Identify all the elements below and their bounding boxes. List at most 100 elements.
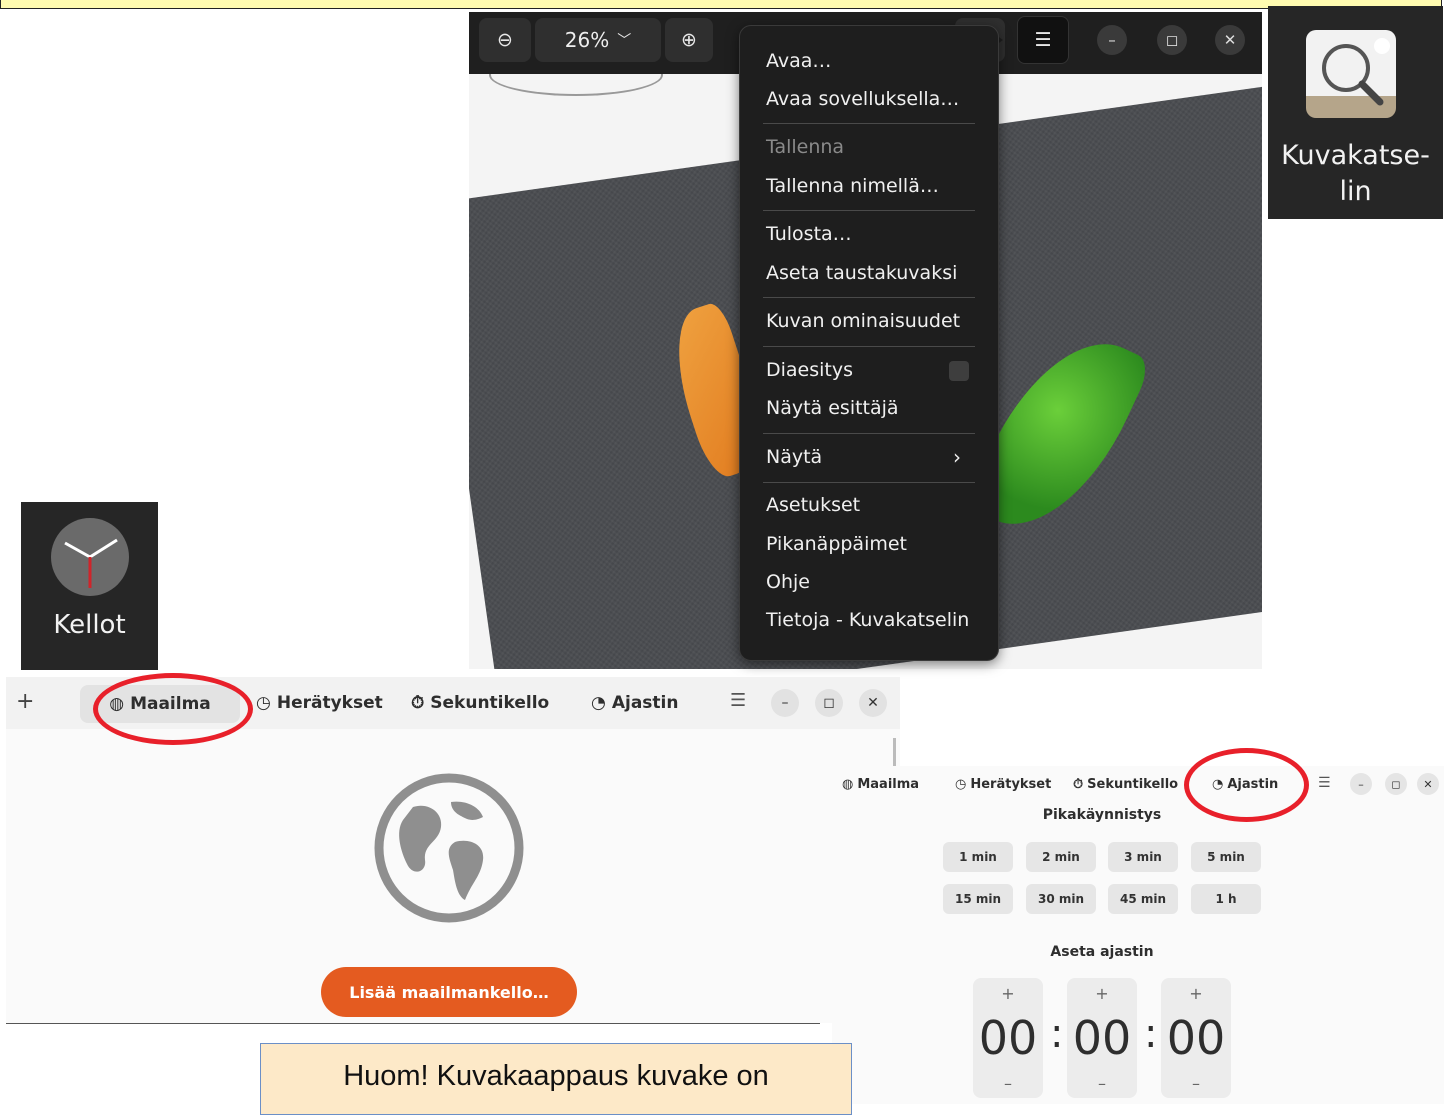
tab-stopwatch-label: Sekuntikello: [1087, 777, 1179, 792]
plus-icon: +: [1095, 983, 1109, 1003]
minimize-icon: –: [1358, 777, 1364, 791]
minus-icon: –: [1004, 1073, 1012, 1093]
hamburger-menu-icon: ☰: [1318, 775, 1331, 791]
tab-stopwatch[interactable]: ⏱ Sekuntikello: [1073, 777, 1178, 792]
maximize-button[interactable]: ◻: [1385, 773, 1407, 795]
menu-item-slideshow[interactable]: Diaesitys: [766, 359, 853, 381]
quick-30min-button[interactable]: 30 min: [1026, 884, 1096, 914]
main-menu-button[interactable]: ☰: [1017, 16, 1069, 64]
maximize-button[interactable]: ◻: [1157, 25, 1187, 55]
quick-45min-button[interactable]: 45 min: [1108, 884, 1178, 914]
add-world-clock-button[interactable]: Lisää maailmankello…: [321, 967, 577, 1017]
minus-icon: –: [1192, 1073, 1200, 1093]
close-icon: ✕: [1423, 777, 1433, 791]
clocks-menu-button[interactable]: ☰: [1318, 775, 1331, 791]
tab-world[interactable]: ◍ Maailma: [842, 777, 919, 792]
slideshow-checkbox[interactable]: [949, 361, 969, 381]
chevron-down-icon: ﹀: [617, 33, 632, 49]
maximize-icon: ◻: [1165, 31, 1179, 49]
bowl-rim-image: [489, 74, 663, 96]
tab-alarms[interactable]: ◷ Herätykset: [256, 693, 383, 713]
note-box: Huom! Kuvakaappaus kuvake on: [260, 1043, 852, 1115]
highlight-ring-world-tab: [93, 673, 253, 745]
minutes-increment-button[interactable]: +: [1067, 978, 1137, 1008]
menu-item-print[interactable]: Tulosta…: [766, 223, 852, 245]
image-viewer-label-line2: lin: [1339, 176, 1372, 207]
tab-timer[interactable]: ◔ Ajastin: [591, 693, 678, 713]
menu-item-properties[interactable]: Kuvan ominaisuudet: [766, 310, 960, 332]
quick-2min-button[interactable]: 2 min: [1026, 842, 1096, 872]
seconds-value[interactable]: 00: [1161, 1008, 1231, 1068]
maximize-button[interactable]: ◻: [815, 689, 843, 717]
minutes-value[interactable]: 00: [1067, 1008, 1137, 1068]
image-viewer-label-line1: Kuvakatse-: [1281, 140, 1430, 171]
plus-icon: +: [1189, 983, 1203, 1003]
plus-icon: +: [1001, 983, 1015, 1003]
zoom-out-icon: ⊖: [497, 29, 513, 51]
minimize-button[interactable]: –: [1097, 25, 1127, 55]
note-text: Huom! Kuvakaappaus kuvake on: [343, 1060, 769, 1092]
quick-5min-button[interactable]: 5 min: [1191, 842, 1261, 872]
tab-stopwatch-label: Sekuntikello: [430, 693, 550, 713]
menu-separator: [763, 433, 975, 434]
tab-timer-label: Ajastin: [611, 693, 679, 713]
menu-separator: [763, 123, 975, 124]
image-viewer-app-tile[interactable]: Kuvakatse- lin: [1268, 6, 1443, 219]
menu-item-set-background[interactable]: Aseta taustakuvaksi: [766, 262, 957, 284]
menu-item-open[interactable]: Avaa…: [766, 50, 831, 72]
close-button[interactable]: ✕: [1417, 773, 1439, 795]
close-button[interactable]: ✕: [1215, 25, 1245, 55]
highlight-ring-timer-tab: [1184, 748, 1309, 822]
seconds-decrement-button[interactable]: –: [1161, 1068, 1231, 1098]
hours-value[interactable]: 00: [973, 1008, 1043, 1068]
menu-item-shortcuts[interactable]: Pikanäppäimet: [766, 533, 907, 555]
maximize-icon: ◻: [1391, 777, 1401, 791]
menu-separator: [763, 482, 975, 483]
minimize-button[interactable]: –: [771, 689, 799, 717]
quick-15min-button[interactable]: 15 min: [943, 884, 1013, 914]
seconds-increment-button[interactable]: +: [1161, 978, 1231, 1008]
hours-increment-button[interactable]: +: [973, 978, 1043, 1008]
hamburger-menu-icon: ☰: [730, 690, 747, 711]
clocks-menu-button[interactable]: ☰: [730, 690, 746, 711]
top-highlight-strip: [0, 0, 1442, 9]
hours-decrement-button[interactable]: –: [973, 1068, 1043, 1098]
magnifier-icon: [1306, 30, 1396, 118]
add-clock-button[interactable]: +: [16, 689, 34, 714]
minutes-decrement-button[interactable]: –: [1067, 1068, 1137, 1098]
menu-item-show-presenter[interactable]: Näytä esittäjä: [766, 397, 899, 419]
menu-item-help[interactable]: Ohje: [766, 571, 810, 593]
tab-alarms[interactable]: ◷ Herätykset: [955, 777, 1051, 792]
menu-item-save-as[interactable]: Tallenna nimellä…: [766, 175, 939, 197]
time-separator: :: [1144, 1011, 1158, 1057]
menu-item-show[interactable]: Näytä: [766, 446, 822, 468]
globe-icon: ◍: [842, 777, 854, 792]
hours-spinner: + 00 –: [973, 978, 1043, 1098]
zoom-in-button[interactable]: ⊕: [665, 18, 713, 62]
clocks-app-tile[interactable]: Kellot: [21, 502, 158, 670]
minutes-spinner: + 00 –: [1067, 978, 1137, 1098]
quick-3min-button[interactable]: 3 min: [1108, 842, 1178, 872]
zoom-out-button[interactable]: ⊖: [479, 18, 531, 62]
tab-stopwatch[interactable]: ⏱ Sekuntikello: [411, 693, 549, 713]
minimize-button[interactable]: –: [1350, 773, 1372, 795]
tab-alarms-label: Herätykset: [276, 693, 383, 713]
menu-separator: [763, 210, 975, 211]
hamburger-menu-icon: ☰: [1034, 29, 1052, 51]
world-globe-icon: [373, 772, 525, 924]
close-icon: ✕: [867, 695, 879, 711]
quick-1h-button[interactable]: 1 h: [1191, 884, 1261, 914]
quick-1min-button[interactable]: 1 min: [943, 842, 1013, 872]
stopwatch-icon: ⏱: [411, 693, 425, 713]
menu-item-settings[interactable]: Asetukset: [766, 494, 860, 516]
stopwatch-icon: ⏱: [1073, 777, 1084, 792]
scrollbar[interactable]: [893, 738, 896, 766]
menu-item-open-with[interactable]: Avaa sovelluksella…: [766, 88, 959, 110]
zoom-level-dropdown[interactable]: 26% ﹀: [535, 18, 661, 62]
menu-item-about[interactable]: Tietoja - Kuvakatselin: [766, 609, 969, 631]
maximize-icon: ◻: [823, 695, 835, 711]
window-bottom-edge: [6, 1023, 820, 1024]
close-button[interactable]: ✕: [859, 689, 887, 717]
clocks-timer-window: ◍ Maailma ◷ Herätykset ⏱ Sekuntikello ◔ …: [832, 766, 1444, 1104]
menu-item-save[interactable]: Tallenna: [766, 136, 844, 158]
